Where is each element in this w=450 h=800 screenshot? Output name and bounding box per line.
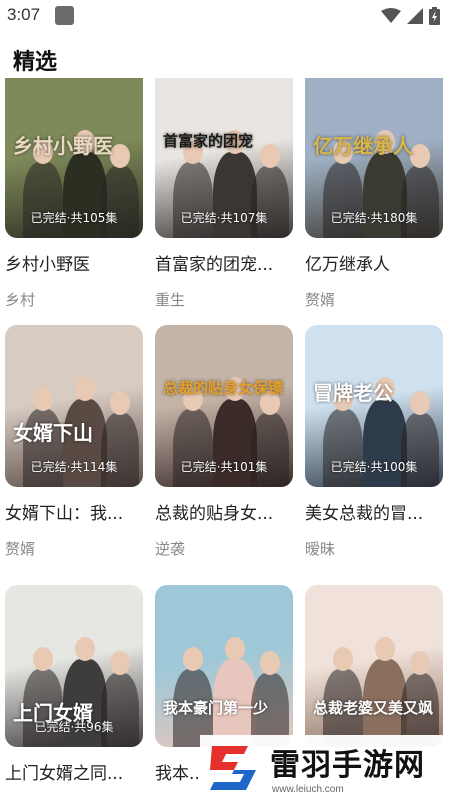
drama-title[interactable]: 亿万继承人 [305, 250, 450, 275]
drama-genre-tag: 赘婿 [305, 291, 336, 309]
drama-title[interactable]: 总裁的贴身女... [155, 499, 300, 524]
poster-figure-head [75, 377, 95, 401]
drama-genre-tag: 重生 [155, 291, 186, 309]
poster-figure [173, 162, 213, 238]
battery-charging-icon [429, 7, 440, 25]
poster-figure-head [110, 391, 130, 415]
drama-genre-tag: 乡村 [5, 291, 36, 309]
cell-signal-icon [407, 8, 423, 24]
poster-figure-head [260, 651, 280, 675]
poster-figure [401, 413, 439, 487]
drama-card[interactable]: 乡村小野医已完结·共105集 乡村小野医乡村 [5, 78, 143, 310]
watermark-url: www.leiuch.com [272, 784, 344, 795]
drama-card[interactable]: 冒牌老公 已完结·共100集 美女总裁的冒... 暧昧 [305, 325, 443, 559]
drama-title[interactable]: 上门女婿之同... [5, 759, 150, 784]
page-title: 精选 [13, 50, 58, 75]
drama-poster[interactable]: 上门女婿 已完结·共96集 [5, 585, 143, 747]
drama-card[interactable]: 女婿下山 已完结·共114集 女婿下山：我... 赘婿 [5, 325, 143, 559]
poster-figure-head [110, 651, 130, 675]
poster-figure [251, 166, 289, 238]
app-notification-icon [55, 6, 74, 25]
drama-poster[interactable]: 女婿下山已完结·共114集 [5, 325, 143, 487]
episode-count-badge: 已完结·共101集 [180, 460, 268, 474]
poster-title-art: 亿万继承人 [313, 134, 413, 158]
poster-title-art: 总裁老婆又美又飒 [313, 699, 434, 717]
episode-count-badge: 已完结·共105集 [30, 211, 118, 225]
drama-card[interactable]: 亿万继承人已完结·共180集 亿万继承人赘婿 [305, 78, 443, 310]
poster-title-art: 冒牌老公 [313, 381, 393, 405]
poster-figure-head [33, 647, 53, 671]
drama-card[interactable]: 首富家的团宠 已完结·共107集 首富家的团宠... 重生 [155, 78, 293, 310]
drama-genre-tag: 暧昧 [305, 540, 336, 558]
leiyu-logo-icon [210, 746, 256, 790]
poster-title-art: 总裁的贴身女保镖 [163, 379, 284, 397]
drama-genre-tag: 逆袭 [155, 540, 186, 558]
episode-count-badge: 已完结·共180集 [330, 211, 418, 225]
poster-figure-head [225, 637, 245, 661]
drama-title[interactable]: 首富家的团宠... [155, 250, 300, 275]
episode-count-badge: 已完结·共96集 [34, 720, 114, 734]
poster-figure-head [410, 651, 430, 675]
drama-card[interactable]: 总裁的贴身女保镖 已完结·共101集 总裁的贴身女... 逆袭 [155, 325, 293, 559]
status-time: 3:07 [7, 5, 41, 24]
poster-title-art: 女婿下山 [13, 421, 93, 445]
poster-figure [251, 413, 289, 487]
poster-figure-head [33, 387, 53, 411]
episode-count-badge: 已完结·共107集 [180, 211, 268, 225]
drama-card[interactable]: 总裁老婆又美又飒 [305, 585, 443, 759]
poster-title-art: 我本豪门第一少 [163, 699, 269, 717]
status-bar: 3:07 [0, 0, 450, 30]
site-watermark: 雷羽手游网 www.leiuch.com [200, 735, 450, 800]
episode-count-badge: 已完结·共114集 [30, 460, 118, 474]
episode-count-badge: 已完结·共100集 [330, 460, 418, 474]
poster-figure [323, 409, 363, 487]
poster-figure-head [75, 637, 95, 661]
watermark-site-name: 雷羽手游网 [270, 748, 425, 783]
poster-figure-head [183, 647, 203, 671]
drama-poster[interactable]: 总裁老婆又美又飒 [305, 585, 443, 747]
drama-title[interactable]: 乡村小野医 [5, 250, 150, 275]
poster-figure-head [333, 647, 353, 671]
drama-poster[interactable]: 乡村小野医已完结·共105集 [5, 78, 143, 238]
poster-figure [101, 166, 139, 238]
drama-genre-tag: 赘婿 [5, 540, 36, 558]
status-icons [381, 7, 440, 25]
drama-poster[interactable]: 我本豪门第一少 [155, 585, 293, 747]
poster-title-art: 乡村小野医 [13, 134, 113, 158]
drama-poster[interactable]: 亿万继承人已完结·共180集 [305, 78, 443, 238]
poster-figure-head [375, 637, 395, 661]
drama-poster[interactable]: 总裁的贴身女保镖已完结·共101集 [155, 325, 293, 487]
poster-title-art: 首富家的团宠 [163, 132, 254, 150]
drama-poster[interactable]: 冒牌老公已完结·共100集 [305, 325, 443, 487]
drama-poster[interactable]: 首富家的团宠已完结·共107集 [155, 78, 293, 238]
drama-title[interactable]: 美女总裁的冒... [305, 499, 450, 524]
drama-card[interactable]: 上门女婿 已完结·共96集 上门女婿之同... [5, 585, 143, 784]
drama-title[interactable]: 女婿下山：我... [5, 499, 150, 524]
wifi-icon [381, 8, 401, 23]
poster-figure [323, 162, 363, 238]
poster-figure [173, 409, 213, 487]
poster-figure [401, 166, 439, 238]
poster-figure [23, 162, 63, 238]
